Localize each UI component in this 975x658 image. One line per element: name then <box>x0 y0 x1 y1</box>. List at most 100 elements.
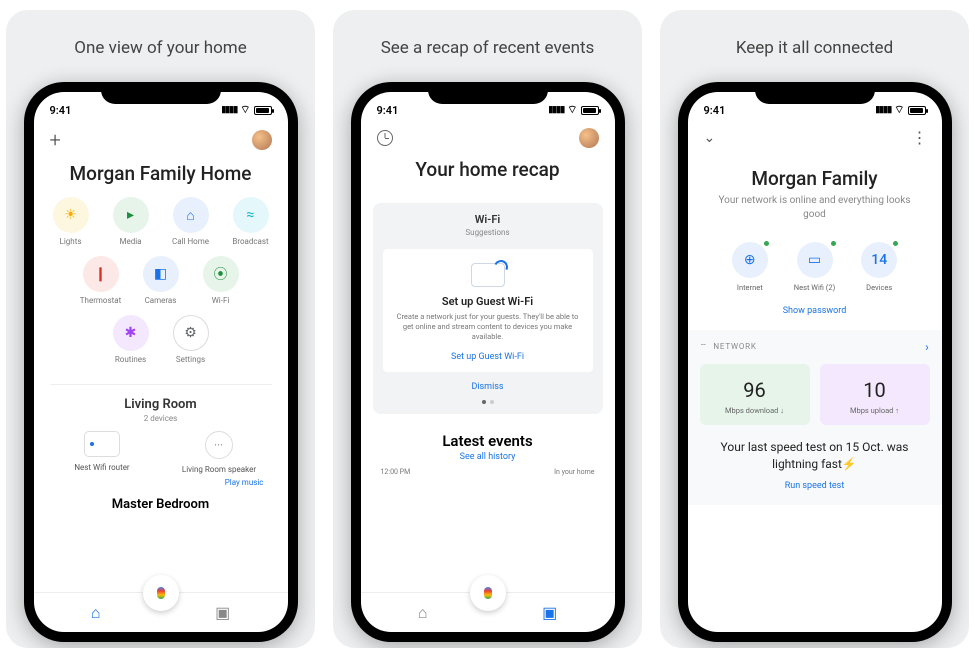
add-button[interactable]: + <box>50 128 61 152</box>
status-time: 9:41 <box>704 104 726 117</box>
signal-icon: ▮▮▮▮ <box>548 105 564 115</box>
gear-icon: ⚙ <box>173 315 209 351</box>
shortcut-grid: ☀Lights ▸Media ⌂Call Home ≈Broadcast ❙Th… <box>34 197 288 374</box>
status-dot-icon <box>892 240 899 247</box>
media-icon: ▸ <box>113 197 149 233</box>
camera-icon: ◧ <box>143 256 179 292</box>
more-icon[interactable]: ⋮ <box>912 128 926 147</box>
stat-internet[interactable]: ⊕ Internet <box>732 242 768 292</box>
guest-wifi-icon <box>471 263 505 287</box>
wifi-icon: ⌔ <box>894 103 904 117</box>
status-indicators: ▮▮▮▮ ⌔ <box>221 103 271 117</box>
speed-upload[interactable]: 10 Mbps upload ↑ <box>820 364 930 425</box>
network-subtitle: Your network is online and everything lo… <box>688 194 942 236</box>
panel-title: One view of your home <box>74 38 246 58</box>
recap-title: Your home recap <box>361 150 615 193</box>
account-avatar[interactable] <box>252 130 272 150</box>
promo-panel-1: One view of your home 9:41 ▮▮▮▮ ⌔ + Morg… <box>6 10 315 648</box>
stat-nest-wifi[interactable]: ▭ Nest Wifi (2) <box>794 242 835 292</box>
screen: 9:41 ▮▮▮▮ ⌔ Your home recap Wi-Fi Sugges… <box>361 92 615 632</box>
signal-icon: ▮▮▮▮ <box>875 105 891 115</box>
screen: 9:41 ▮▮▮▮ ⌔ ⌄ ⋮ Morgan Family Your netwo… <box>688 92 942 632</box>
nav-feed-icon[interactable]: ▣ <box>542 603 557 622</box>
show-password-link[interactable]: Show password <box>688 306 942 316</box>
room-subtitle: 2 devices <box>34 414 288 423</box>
header-row: + <box>34 122 288 154</box>
promo-panel-2: See a recap of recent events 9:41 ▮▮▮▮ ⌔… <box>333 10 642 648</box>
setup-guest-wifi-link[interactable]: Set up Guest Wi-Fi <box>393 352 583 362</box>
network-panel-header[interactable]: ⌔ NETWORK › <box>700 340 930 354</box>
network-stats-row: ⊕ Internet ▭ Nest Wifi (2) 14 Devices <box>688 242 942 292</box>
devices-count: 14 <box>861 242 897 278</box>
battery-icon <box>581 106 599 115</box>
globe-icon: ⊕ <box>732 242 768 278</box>
status-dot-icon <box>763 240 770 247</box>
shortcut-settings[interactable]: ⚙Settings <box>161 315 221 364</box>
shortcut-thermostat[interactable]: ❙Thermostat <box>71 256 131 305</box>
chevron-right-icon: › <box>925 340 929 354</box>
network-panel: ⌔ NETWORK › 96 Mbps download ↓ 10 Mbps u… <box>688 330 942 505</box>
nav-feed-icon[interactable]: ▣ <box>215 603 230 622</box>
nav-home-icon[interactable]: ⌂ <box>418 603 428 623</box>
shortcut-wifi[interactable]: ⦿Wi-Fi <box>191 256 251 305</box>
speed-row: 96 Mbps download ↓ 10 Mbps upload ↑ <box>700 364 930 425</box>
broadcast-icon: ≈ <box>233 197 269 233</box>
carousel-dots <box>383 400 593 404</box>
battery-icon <box>254 106 272 115</box>
recap-card: Wi-Fi Suggestions Set up Guest Wi-Fi Cre… <box>373 203 603 414</box>
mic-icon <box>484 587 492 599</box>
signal-icon: ▮▮▮▮ <box>221 105 237 115</box>
status-time: 9:41 <box>377 104 399 117</box>
status-dot-icon <box>830 240 837 247</box>
phone-frame: 9:41 ▮▮▮▮ ⌔ ⌄ ⋮ Morgan Family Your netwo… <box>678 82 952 642</box>
event-time: 12:00 PM <box>381 468 411 476</box>
last-speed-test-text: Your last speed test on 15 Oct. was ligh… <box>700 439 930 473</box>
card-body: Create a network just for your guests. T… <box>393 312 583 342</box>
history-icon[interactable] <box>377 130 393 146</box>
device-nest-wifi[interactable]: Nest Wifi router <box>52 431 152 474</box>
shortcut-cameras[interactable]: ◧Cameras <box>131 256 191 305</box>
shortcut-media[interactable]: ▸Media <box>101 197 161 246</box>
header-row: ⌄ ⋮ <box>688 122 942 149</box>
collapse-icon[interactable]: ⌄ <box>704 130 716 146</box>
shortcut-routines[interactable]: ✱Routines <box>101 315 161 364</box>
mic-icon <box>157 587 165 599</box>
stat-devices[interactable]: 14 Devices <box>861 242 897 292</box>
play-music-link[interactable]: Play music <box>34 478 288 487</box>
run-speed-test-link[interactable]: Run speed test <box>700 481 930 491</box>
panel-title: Keep it all connected <box>736 38 893 58</box>
shortcut-broadcast[interactable]: ≈Broadcast <box>221 197 281 246</box>
recap-tag: Wi-Fi <box>383 213 593 226</box>
nav-home-icon[interactable]: ⌂ <box>91 603 101 623</box>
event-text: In your home <box>554 468 594 476</box>
panel-title: See a recap of recent events <box>381 38 595 58</box>
speed-download[interactable]: 96 Mbps download ↓ <box>700 364 810 425</box>
shortcut-lights[interactable]: ☀Lights <box>41 197 101 246</box>
status-time: 9:41 <box>50 104 72 117</box>
phone-frame: 9:41 ▮▮▮▮ ⌔ + Morgan Family Home ☀Lights… <box>24 82 298 642</box>
home-icon: ⌂ <box>173 197 209 233</box>
device-row: Nest Wifi router ••• Living Room speaker <box>34 423 288 474</box>
bottom-nav: ⌂ ▣ <box>34 592 288 632</box>
notch <box>755 82 875 104</box>
wifi-small-icon: ⌔ <box>700 342 708 351</box>
wifi-icon: ⌔ <box>567 103 577 117</box>
room-heading-2: Master Bedroom <box>34 497 288 512</box>
notch <box>428 82 548 104</box>
wifi-shortcut-icon: ⦿ <box>203 256 239 292</box>
speaker-icon: ••• <box>205 431 233 459</box>
device-speaker[interactable]: ••• Living Room speaker <box>169 431 269 474</box>
mic-fab-button[interactable] <box>470 575 506 611</box>
router-icon <box>84 431 120 457</box>
account-avatar[interactable] <box>579 128 599 148</box>
phone-frame: 9:41 ▮▮▮▮ ⌔ Your home recap Wi-Fi Sugges… <box>351 82 625 642</box>
routines-icon: ✱ <box>113 315 149 351</box>
mic-fab-button[interactable] <box>143 575 179 611</box>
dismiss-link[interactable]: Dismiss <box>383 382 593 392</box>
event-row[interactable]: 12:00 PM In your home <box>361 462 615 476</box>
status-indicators: ▮▮▮▮ ⌔ <box>548 103 598 117</box>
see-all-history-link[interactable]: See all history <box>361 452 615 462</box>
screen: 9:41 ▮▮▮▮ ⌔ + Morgan Family Home ☀Lights… <box>34 92 288 632</box>
shortcut-call-home[interactable]: ⌂Call Home <box>161 197 221 246</box>
battery-icon <box>908 106 926 115</box>
